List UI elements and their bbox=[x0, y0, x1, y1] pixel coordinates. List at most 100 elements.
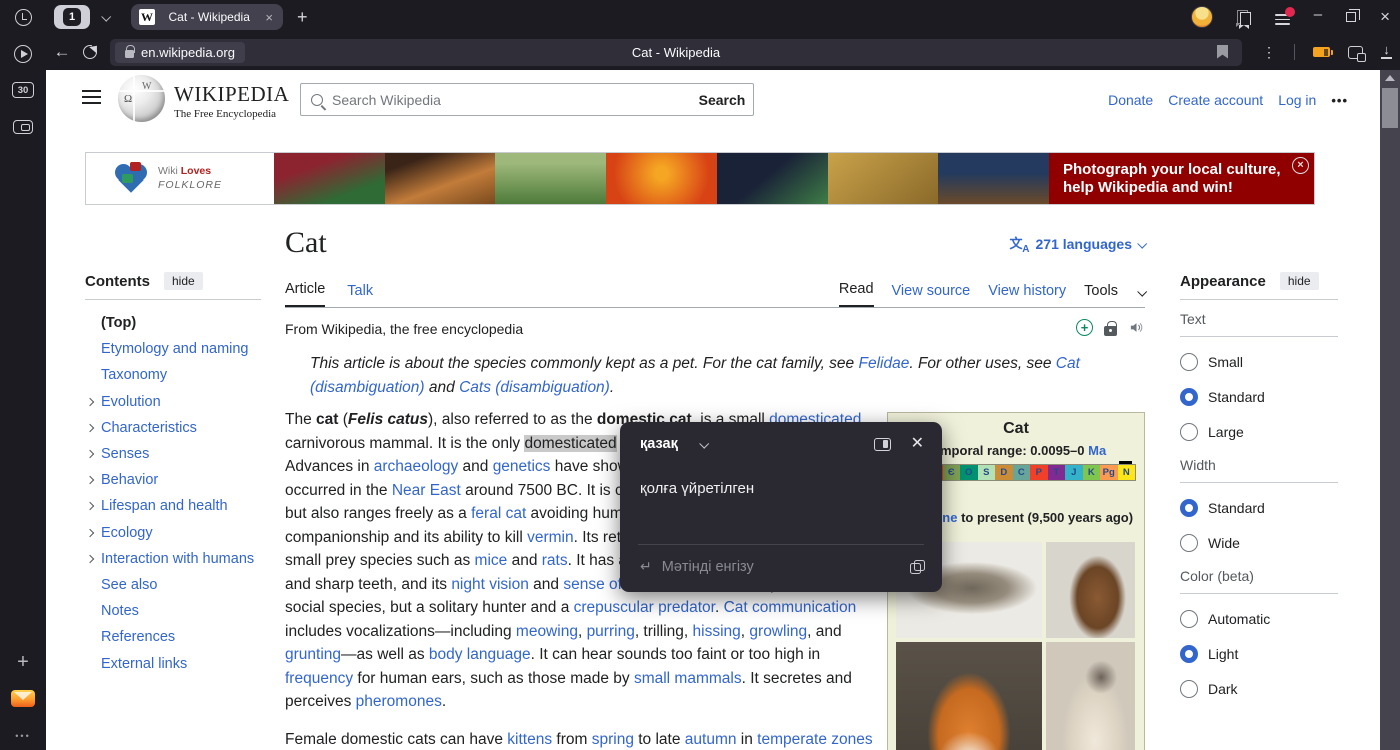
reload-button[interactable] bbox=[76, 38, 104, 66]
url-bar[interactable]: en.wikipedia.org Cat - Wikipedia bbox=[110, 39, 1242, 66]
cat-photo-orange-white[interactable] bbox=[896, 642, 1042, 750]
toc-item[interactable]: Lifespan and health bbox=[85, 493, 261, 519]
search-input[interactable] bbox=[332, 92, 691, 108]
radio-option[interactable]: Standard bbox=[1180, 387, 1338, 407]
tab-cat-wikipedia[interactable]: W Cat - Wikipedia × bbox=[131, 4, 283, 30]
new-tab-button[interactable]: + bbox=[297, 7, 308, 28]
radio-icon[interactable] bbox=[1180, 680, 1198, 698]
target-language-selector[interactable]: қазақ bbox=[640, 436, 678, 452]
toc-item[interactable]: Notes bbox=[85, 598, 261, 624]
window-minimize-button[interactable]: – bbox=[1314, 6, 1322, 23]
geo-period-segment[interactable]: Є bbox=[943, 465, 961, 480]
scrollbar-thumb[interactable] bbox=[1382, 88, 1398, 128]
geo-period-segment[interactable]: D bbox=[995, 465, 1013, 480]
toc-item-label[interactable]: Taxonomy bbox=[101, 367, 167, 383]
toc-item-label[interactable]: See also bbox=[101, 577, 157, 593]
toc-expand-icon[interactable] bbox=[86, 450, 94, 458]
toc-item-label[interactable]: Lifespan and health bbox=[101, 498, 228, 514]
tab-read[interactable]: Read bbox=[839, 281, 874, 307]
header-more-icon[interactable]: ••• bbox=[1331, 93, 1348, 108]
copy-icon[interactable] bbox=[910, 560, 924, 574]
scrollbar-up-icon[interactable] bbox=[1385, 75, 1395, 81]
toc-item[interactable]: Senses bbox=[85, 441, 261, 467]
geo-period-segment[interactable]: J bbox=[1065, 465, 1083, 480]
page-scrollbar[interactable] bbox=[1380, 70, 1400, 750]
back-button[interactable]: ← bbox=[48, 38, 76, 66]
toc-item-label[interactable]: Evolution bbox=[101, 394, 161, 410]
radio-option[interactable]: Small bbox=[1180, 352, 1338, 372]
search-button[interactable]: Search bbox=[691, 83, 754, 116]
radio-icon[interactable] bbox=[1180, 534, 1198, 552]
login-link[interactable]: Log in bbox=[1278, 92, 1316, 108]
appearance-hide-button[interactable]: hide bbox=[1280, 272, 1319, 290]
toc-expand-icon[interactable] bbox=[86, 502, 94, 510]
geo-period-segment[interactable]: Pg bbox=[1100, 465, 1118, 480]
radio-icon[interactable] bbox=[1180, 610, 1198, 628]
toc-item[interactable]: Interaction with humans bbox=[85, 546, 261, 572]
cat-photo-siamese[interactable] bbox=[1046, 642, 1135, 750]
toc-expand-icon[interactable] bbox=[86, 528, 94, 536]
toc-item-label[interactable]: External links bbox=[101, 656, 187, 672]
toc-item-label[interactable]: Senses bbox=[101, 446, 149, 462]
banner-close-icon[interactable]: × bbox=[1292, 157, 1309, 174]
wikipedia-globe-logo[interactable]: ΩW bbox=[118, 75, 165, 122]
tools-chevron-icon[interactable] bbox=[1137, 287, 1147, 297]
toc-item-label[interactable]: (Top) bbox=[101, 315, 136, 331]
listen-speaker-icon[interactable] bbox=[1128, 320, 1145, 335]
sidebar-view-icon[interactable] bbox=[874, 438, 891, 451]
tab-article[interactable]: Article bbox=[285, 281, 325, 307]
domain-pill[interactable]: en.wikipedia.org bbox=[115, 42, 245, 63]
radio-option[interactable]: Wide bbox=[1180, 533, 1338, 553]
toc-item[interactable]: Etymology and naming bbox=[85, 336, 261, 362]
radio-option[interactable]: Light bbox=[1180, 644, 1338, 664]
donate-link[interactable]: Donate bbox=[1108, 92, 1153, 108]
bookmark-flag-icon[interactable] bbox=[1217, 45, 1228, 59]
toc-item[interactable]: (Top) bbox=[85, 310, 261, 336]
geo-period-segment[interactable]: C bbox=[1013, 465, 1031, 480]
tab-talk[interactable]: Talk bbox=[347, 283, 373, 307]
radio-option[interactable]: Dark bbox=[1180, 679, 1338, 699]
screen-share-button[interactable] bbox=[0, 113, 46, 141]
main-menu-icon[interactable] bbox=[82, 90, 101, 104]
toc-item[interactable]: References bbox=[85, 624, 261, 650]
downloads-button[interactable]: ↓ bbox=[1381, 45, 1392, 59]
toc-expand-icon[interactable] bbox=[86, 555, 94, 563]
toc-item[interactable]: External links bbox=[85, 650, 261, 676]
tab-close-icon[interactable]: × bbox=[263, 10, 275, 25]
history-clock-button[interactable] bbox=[0, 3, 46, 31]
geo-period-segment[interactable]: T bbox=[1048, 465, 1066, 480]
toc-item-label[interactable]: References bbox=[101, 629, 175, 645]
bookmarks-icon[interactable] bbox=[1237, 10, 1251, 25]
toc-item-label[interactable]: Behavior bbox=[101, 472, 158, 488]
wiki-search-box[interactable] bbox=[300, 83, 692, 116]
translate-input[interactable] bbox=[662, 559, 900, 575]
toc-item-label[interactable]: Characteristics bbox=[101, 420, 197, 436]
battery-extension-icon[interactable] bbox=[1313, 47, 1330, 57]
toc-item[interactable]: Characteristics bbox=[85, 415, 261, 441]
language-chevron-icon[interactable] bbox=[699, 438, 709, 448]
rail-add-button[interactable]: + bbox=[0, 648, 46, 676]
add-interlanguage-icon[interactable]: + bbox=[1076, 319, 1093, 336]
tab-view-history[interactable]: View history bbox=[988, 283, 1066, 307]
geo-period-segment[interactable]: N bbox=[1118, 465, 1136, 480]
wiki-loves-folklore-banner[interactable]: Wiki Loves FOLKLORE Photograph your loca… bbox=[85, 152, 1315, 205]
toc-item[interactable]: See also bbox=[85, 572, 261, 598]
create-account-link[interactable]: Create account bbox=[1168, 92, 1263, 108]
radio-icon[interactable] bbox=[1180, 353, 1198, 371]
window-restore-button[interactable] bbox=[1346, 12, 1356, 22]
rail-more-button[interactable]: ••• bbox=[0, 722, 46, 750]
toc-item[interactable]: Taxonomy bbox=[85, 362, 261, 388]
toc-item-label[interactable]: Interaction with humans bbox=[101, 551, 254, 567]
radio-option[interactable]: Automatic bbox=[1180, 609, 1338, 629]
profile-avatar[interactable] bbox=[1191, 6, 1213, 28]
toc-item[interactable]: Ecology bbox=[85, 520, 261, 546]
radio-icon[interactable] bbox=[1180, 499, 1198, 517]
workspace-pill[interactable]: 1 bbox=[54, 5, 90, 29]
tab-view-source[interactable]: View source bbox=[892, 283, 971, 307]
radio-icon[interactable] bbox=[1180, 645, 1198, 663]
geo-period-segment[interactable]: P bbox=[1030, 465, 1048, 480]
toc-item-label[interactable]: Etymology and naming bbox=[101, 341, 249, 357]
workspace-chevron-icon[interactable] bbox=[101, 11, 111, 21]
page-actions-icon[interactable]: ⋮ bbox=[1262, 44, 1276, 61]
popup-close-icon[interactable]: ✕ bbox=[911, 436, 924, 452]
